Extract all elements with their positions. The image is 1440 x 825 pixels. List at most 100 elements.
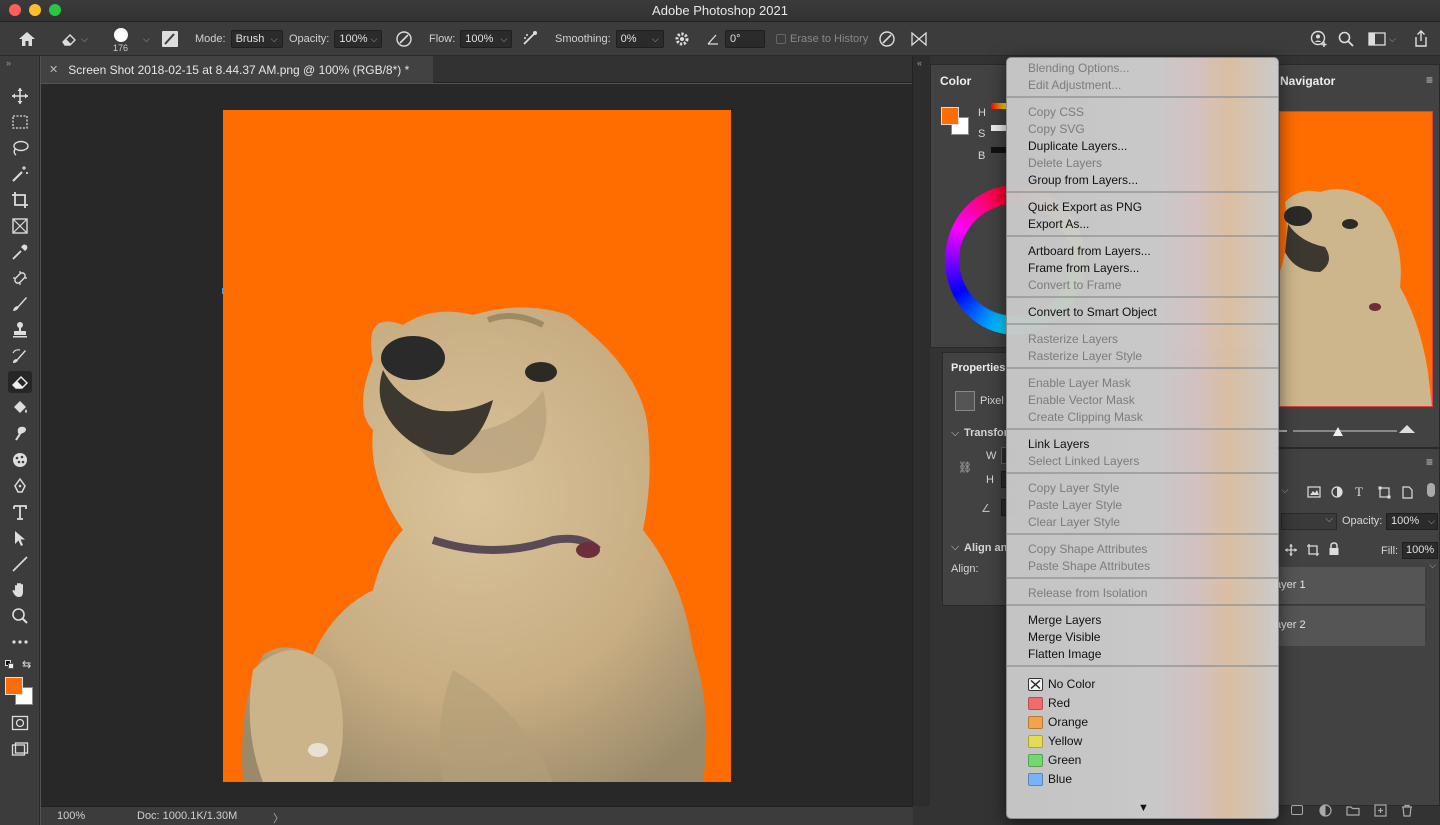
document-size[interactable]: Doc: 1000.1K/1.30M: [137, 810, 237, 822]
panel-menu-icon[interactable]: ≡: [1426, 455, 1433, 469]
trash-icon[interactable]: [1401, 804, 1413, 817]
fill-input[interactable]: 100% ⌵: [1402, 542, 1438, 570]
brush-settings-button[interactable]: [161, 22, 179, 56]
adjustment-layer-icon[interactable]: [1319, 804, 1332, 817]
home-button[interactable]: [17, 22, 37, 56]
default-colors-icon[interactable]: [5, 660, 15, 670]
layer-opacity-input[interactable]: 100% ⌵: [1386, 513, 1438, 530]
align-section[interactable]: Align an: [964, 542, 1007, 554]
brush-size-picker[interactable]: 176: [113, 22, 128, 56]
pressure-opacity-toggle[interactable]: [394, 22, 414, 56]
panel-collapse-icon[interactable]: »: [6, 58, 11, 68]
path-selection-tool[interactable]: [8, 527, 32, 549]
paint-bucket-tool[interactable]: [8, 397, 32, 419]
healing-brush-tool[interactable]: [8, 267, 32, 289]
smoothing-input[interactable]: 0% ⌵: [615, 30, 664, 48]
tool-preset-picker[interactable]: ⌵: [60, 22, 88, 56]
mode-select[interactable]: Brush ⌵: [230, 30, 283, 48]
erase-to-history-checkbox[interactable]: [776, 34, 786, 44]
close-tab-icon[interactable]: ✕: [49, 63, 58, 76]
menu-item-color-green[interactable]: Green: [1048, 753, 1081, 767]
panel-expand-icon[interactable]: «: [917, 58, 922, 68]
menu-item-artboard-from-layers[interactable]: Artboard from Layers...: [1028, 244, 1151, 258]
filter-adjustment-icon[interactable]: [1331, 486, 1343, 498]
edit-toolbar-button[interactable]: [8, 631, 32, 653]
symmetry-button[interactable]: [909, 22, 929, 56]
crop-tool[interactable]: [8, 189, 32, 211]
screen-mode-button[interactable]: [8, 739, 32, 761]
lock-position-icon[interactable]: [1284, 543, 1298, 557]
airbrush-toggle[interactable]: [520, 22, 540, 56]
menu-item-frame-from-layers[interactable]: Frame from Layers...: [1028, 261, 1139, 275]
share-account-button[interactable]: [1310, 22, 1328, 56]
navigator-tab[interactable]: Navigator: [1280, 74, 1335, 88]
document-tab[interactable]: ✕ Screen Shot 2018-02-15 at 8.44.37 AM.p…: [41, 56, 433, 83]
quick-mask-button[interactable]: [8, 712, 32, 734]
layer-effects-icon[interactable]: [1291, 805, 1303, 815]
zoom-tool[interactable]: [8, 605, 32, 627]
flow-input[interactable]: 100% ⌵: [460, 30, 513, 48]
blend-mode-select[interactable]: ⌵: [1281, 513, 1337, 530]
swap-colors-icon[interactable]: ⇆: [22, 658, 31, 671]
brightness-slider[interactable]: [991, 147, 1007, 153]
menu-item-export-as[interactable]: Export As...: [1028, 217, 1089, 231]
eraser-tool[interactable]: [8, 371, 32, 393]
menu-item-convert-to-smart-object[interactable]: Convert to Smart Object: [1028, 305, 1157, 319]
panel-collapse-strip[interactable]: «: [912, 56, 930, 806]
lock-artboard-icon[interactable]: [1306, 543, 1320, 557]
transform-section[interactable]: Transfor: [964, 427, 1008, 439]
magic-wand-tool[interactable]: [8, 163, 32, 185]
new-group-icon[interactable]: [1346, 805, 1360, 816]
menu-item-color-orange[interactable]: Orange: [1048, 715, 1088, 729]
filter-smart-object-icon[interactable]: [1401, 486, 1413, 499]
saturation-slider[interactable]: [991, 125, 1007, 131]
filter-pixel-icon[interactable]: [1307, 486, 1321, 498]
menu-item-quick-export-as-png[interactable]: Quick Export as PNG: [1028, 200, 1142, 214]
history-brush-tool[interactable]: [8, 345, 32, 367]
menu-item-merge-visible[interactable]: Merge Visible: [1028, 630, 1100, 644]
dodge-tool[interactable]: [8, 449, 32, 471]
pressure-size-toggle[interactable]: [877, 22, 897, 56]
new-layer-icon[interactable]: [1374, 804, 1387, 817]
document-canvas[interactable]: [223, 110, 731, 782]
filter-shape-icon[interactable]: [1378, 486, 1391, 499]
transform-chevron[interactable]: ⌵: [951, 427, 959, 440]
menu-item-flatten-image[interactable]: Flatten Image: [1028, 647, 1101, 661]
smoothing-options-button[interactable]: [674, 22, 690, 56]
brush-size-dropdown[interactable]: ⌵: [140, 22, 150, 56]
zoom-out-icon[interactable]: [1279, 430, 1287, 432]
navigator-zoom-slider[interactable]: [1293, 430, 1397, 432]
hue-slider[interactable]: [991, 103, 1007, 109]
link-dimensions-icon[interactable]: ⛓: [958, 461, 972, 474]
lock-all-icon[interactable]: [1328, 542, 1340, 556]
opacity-input[interactable]: 100% ⌵: [334, 30, 383, 48]
layer-row[interactable]: ayer 1: [1271, 567, 1425, 605]
move-tool[interactable]: [8, 85, 32, 107]
color-panel-tab[interactable]: Color: [940, 74, 971, 88]
menu-item-group-from-layers[interactable]: Group from Layers...: [1028, 173, 1138, 187]
filter-toggle[interactable]: [1427, 483, 1435, 497]
menu-item-color-blue[interactable]: Blue: [1048, 772, 1072, 786]
menu-scroll-down-arrow[interactable]: ▼: [1007, 802, 1278, 814]
clone-stamp-tool[interactable]: [8, 319, 32, 341]
share-button[interactable]: [1413, 22, 1429, 56]
menu-item-duplicate-layers[interactable]: Duplicate Layers...: [1028, 139, 1127, 153]
smudge-tool[interactable]: [8, 423, 32, 445]
properties-tab[interactable]: Properties: [951, 362, 1005, 374]
line-tool[interactable]: [8, 553, 32, 575]
angle-input[interactable]: 0°: [725, 30, 765, 48]
color-panel-fg-swatch[interactable]: [941, 107, 959, 125]
workspace-button[interactable]: ⌵: [1368, 22, 1396, 56]
filter-kind-chevron[interactable]: ⌵: [1281, 485, 1289, 496]
zoom-in-icon[interactable]: [1399, 425, 1415, 433]
type-tool[interactable]: [8, 501, 32, 523]
hand-tool[interactable]: [8, 579, 32, 601]
foreground-color-swatch[interactable]: [5, 677, 23, 695]
eyedropper-tool[interactable]: [8, 241, 32, 263]
align-chevron[interactable]: ⌵: [951, 541, 959, 554]
layer-row[interactable]: ayer 2: [1271, 606, 1425, 646]
zoom-level[interactable]: 100%: [57, 810, 85, 822]
menu-item-link-layers[interactable]: Link Layers: [1028, 437, 1089, 451]
navigator-zoom-thumb[interactable]: [1333, 427, 1343, 436]
brush-tool[interactable]: [8, 293, 32, 315]
